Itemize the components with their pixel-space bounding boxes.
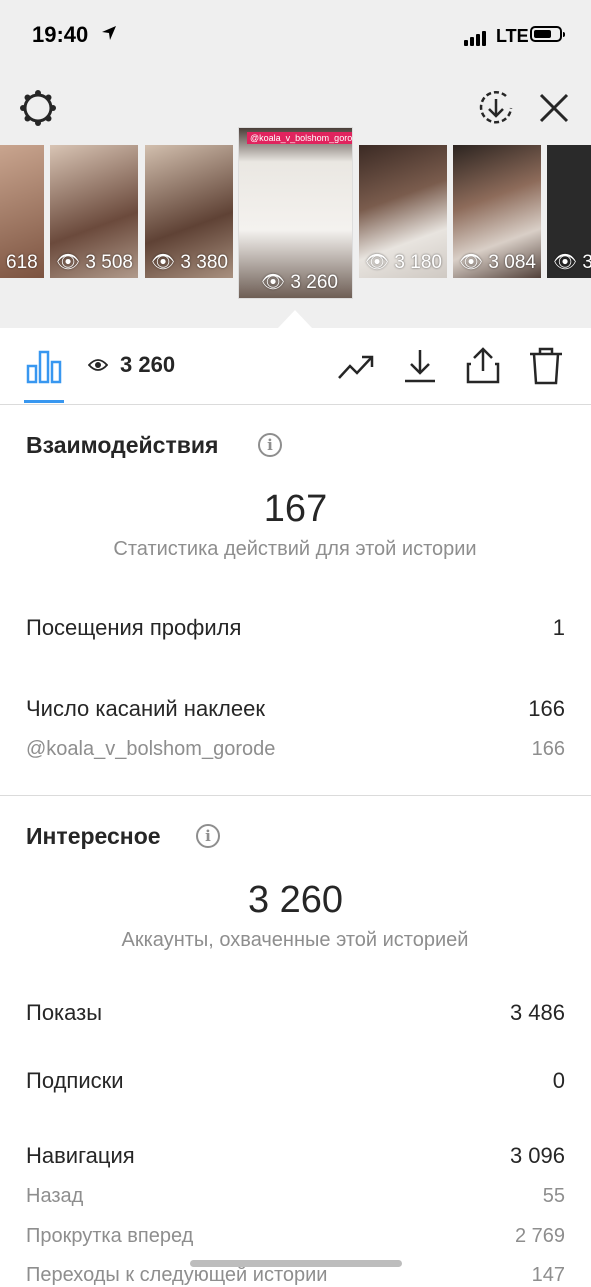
metric-value: 0 <box>552 1068 565 1093</box>
settings-gear-icon[interactable] <box>18 88 58 128</box>
signal-icon <box>464 28 488 46</box>
info-icon[interactable]: i <box>196 824 220 848</box>
metric-label: Навигация <box>26 1143 135 1168</box>
share-icon[interactable] <box>463 346 503 386</box>
thumbnail-views: 👁 3 260 <box>261 272 338 293</box>
metric-subrow: Прокрутка вперед 2 769 <box>26 1225 565 1248</box>
metric-value: 166 <box>531 738 565 760</box>
metric-label: Подписки <box>26 1068 124 1093</box>
views-count: 3 260 <box>120 352 176 377</box>
metric-value: 2 769 <box>514 1225 565 1247</box>
story-thumbnail[interactable]: 👁 3 380 <box>145 145 233 278</box>
metric-label: Показы <box>26 1000 103 1025</box>
story-thumbnail[interactable]: 👁 3 508 <box>50 145 138 278</box>
metric-row: Посещения профиля 1 <box>26 615 565 641</box>
metric-label: Посещения профиля <box>26 615 242 640</box>
metric-subrow: @koala_v_bolshom_gorode 166 <box>26 738 565 761</box>
metric-label: @koala_v_bolshom_gorode <box>26 738 276 760</box>
info-icon[interactable]: i <box>258 433 282 457</box>
battery-icon <box>530 26 565 42</box>
thumbnail-views: 618 <box>6 252 38 273</box>
metric-label: Число касаний наклеек <box>26 696 265 721</box>
interactions-caption: Статистика действий для этой истории <box>113 538 477 560</box>
status-time: 19:40 <box>32 22 89 47</box>
metric-subrow: Назад 55 <box>26 1185 565 1208</box>
interactions-total: 167 <box>263 488 328 530</box>
metric-row: Число касаний наклеек 166 <box>26 696 565 722</box>
thumbnail-views: 👁 3 380 <box>151 252 228 273</box>
metric-row: Навигация 3 096 <box>26 1143 565 1169</box>
story-thumbnail-active[interactable]: @koala_v_bolshom_gorode 👁 3 260 <box>238 127 353 299</box>
location-arrow-icon <box>102 26 116 40</box>
metric-value: 1 <box>552 615 565 640</box>
metric-label: Переходы к следующей истории <box>26 1264 328 1286</box>
network-label: LTE <box>496 26 529 46</box>
metric-value: 166 <box>528 696 565 721</box>
thumbnail-views: 👁 3 508 <box>56 252 133 273</box>
discovery-caption: Аккаунты, охваченные этой историей <box>121 929 469 951</box>
section-divider <box>0 795 591 796</box>
metric-label: Назад <box>26 1185 84 1207</box>
download-icon[interactable] <box>400 346 440 386</box>
metric-value: 3 486 <box>509 1000 565 1025</box>
download-circle-icon[interactable] <box>476 88 516 128</box>
story-thumbnail[interactable]: 618 <box>0 145 44 278</box>
metric-value: 147 <box>531 1264 565 1286</box>
story-thumbnail[interactable]: 👁 3 084 <box>453 145 541 278</box>
thumbnail-views: 👁 3 <box>553 252 591 273</box>
metric-row: Показы 3 486 <box>26 1000 565 1026</box>
thumbnail-views: 👁 3 180 <box>365 252 442 273</box>
active-tab-indicator <box>24 400 64 403</box>
discovery-title: Интересное <box>26 823 161 849</box>
close-icon[interactable] <box>534 88 574 128</box>
bar-chart-icon[interactable] <box>24 346 64 386</box>
interactions-title: Взаимодействия <box>26 432 219 458</box>
home-indicator[interactable] <box>190 1260 402 1267</box>
story-tag: @koala_v_bolshom_gorode <box>247 132 352 144</box>
metric-label: Прокрутка вперед <box>26 1225 194 1247</box>
metric-value: 3 096 <box>509 1143 565 1168</box>
metric-value: 55 <box>542 1185 565 1207</box>
eye-icon <box>88 359 108 371</box>
metric-row: Подписки 0 <box>26 1068 565 1094</box>
trend-icon[interactable] <box>336 346 376 386</box>
story-thumbnail[interactable]: 👁 3 180 <box>359 145 447 278</box>
discovery-total: 3 260 <box>247 879 344 921</box>
metric-subrow: Переходы к следующей истории 147 <box>26 1264 565 1287</box>
thumbnail-views: 👁 3 084 <box>459 252 536 273</box>
status-bar: 19:40 LTE <box>0 0 591 70</box>
trash-icon[interactable] <box>526 346 566 386</box>
story-thumbnail[interactable]: 👁 3 <box>547 145 591 278</box>
active-story-pointer <box>278 310 312 328</box>
